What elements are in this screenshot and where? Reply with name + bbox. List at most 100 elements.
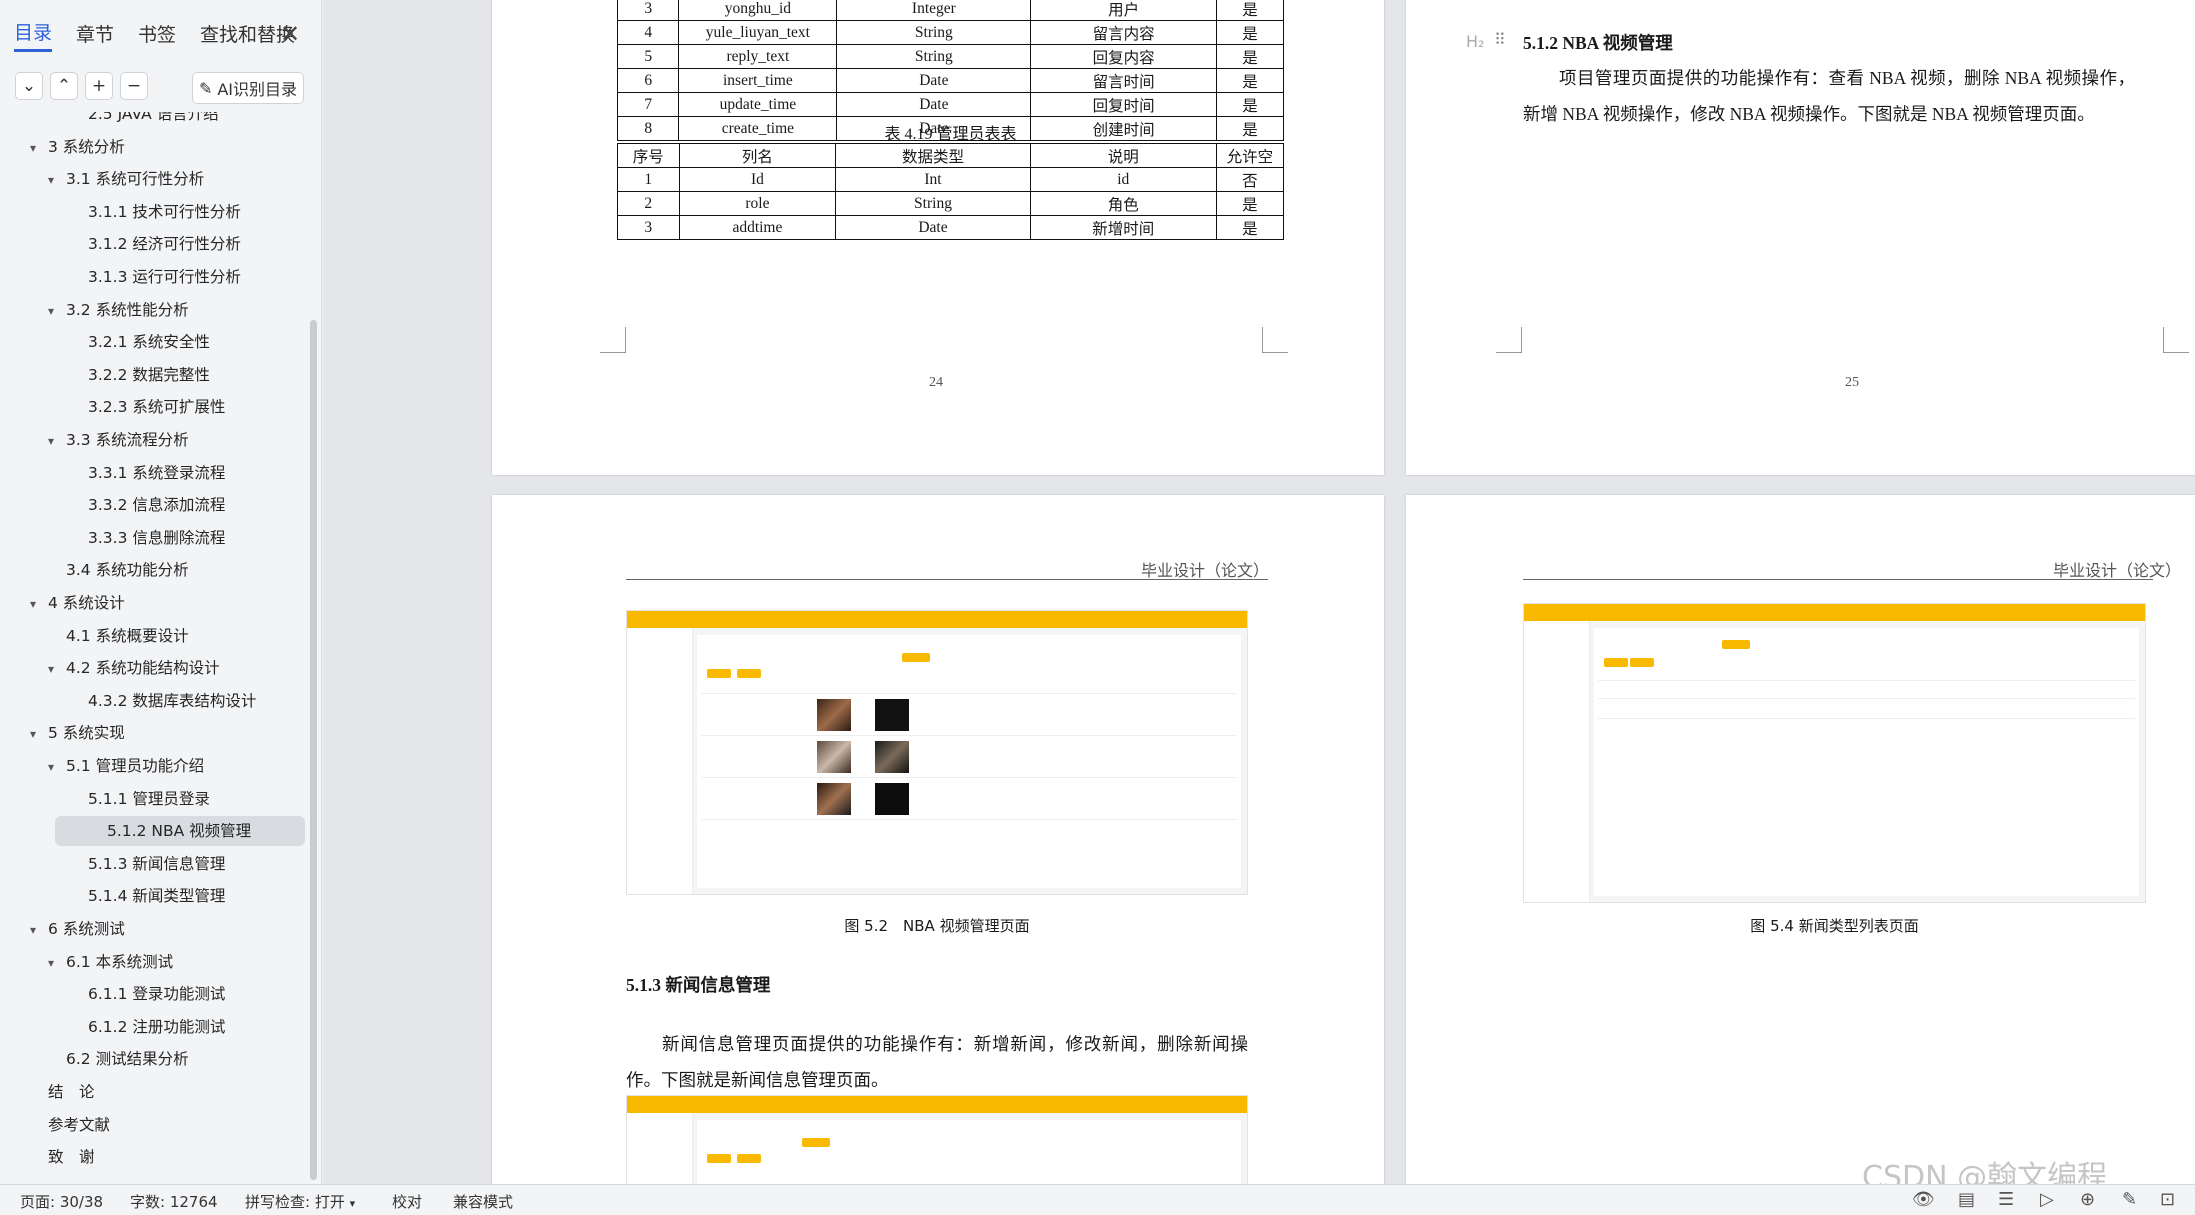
news-type-list-screenshot: [1523, 603, 2146, 903]
toc-item-label: 3.4 系统功能分析: [66, 561, 189, 580]
toc-list: 2.5 JAVA 语言介绍 ▾ 3 系统分析 ▾ 3.1 系统可行性分析 3.1.1 技术…: [0, 112, 312, 1184]
toc-item[interactable]: 6.2 测试结果分析: [48, 1044, 189, 1074]
heading-style-marker[interactable]: H₂: [1466, 32, 1484, 51]
spellcheck-label: 拼写检查: 打开: [245, 1193, 345, 1211]
toc-item[interactable]: ▾ 3 系统分析: [30, 132, 125, 162]
table-cell: Integer: [836, 0, 1032, 21]
toc-item[interactable]: 3.3.2 信息添加流程: [70, 490, 225, 520]
toc-item[interactable]: 3.2.3 系统可扩展性: [70, 392, 225, 422]
toc-item[interactable]: 致 谢: [30, 1142, 95, 1172]
toc-item[interactable]: 3.1.2 经济可行性分析: [70, 229, 241, 259]
table-cell: 回复内容: [1030, 44, 1217, 69]
spellcheck-toggle[interactable]: 拼写检查: 打开 ▾: [245, 1191, 355, 1212]
toc-item[interactable]: 5.1.4 新闻类型管理: [70, 881, 225, 911]
table-header-cell: 说明: [1029, 143, 1217, 168]
tab-bookmarks[interactable]: 书签: [138, 20, 176, 51]
drag-handle-icon[interactable]: ⠿: [1494, 30, 1506, 50]
tab-chapters[interactable]: 章节: [76, 20, 114, 51]
toc-item[interactable]: ▾ 5 系统实现: [30, 718, 125, 748]
chevron-down-icon[interactable]: ▾: [48, 752, 66, 782]
toc-item-label: 4 系统设计: [48, 594, 125, 612]
toc-item[interactable]: 3.3.1 系统登录流程: [70, 458, 225, 488]
table-cell: addtime: [678, 215, 837, 240]
collapse-up-icon[interactable]: ⌃: [50, 72, 78, 100]
page-26: 毕业设计（论文） 图 5.2 NBA 视频管理页面 5.1.3 新闻信息管理 新…: [492, 495, 1384, 1184]
toc-item[interactable]: 3.2.2 数据完整性: [70, 360, 210, 390]
toc-item[interactable]: 2.5 JAVA 语言介绍: [70, 112, 219, 129]
toc-item-label: 3 系统分析: [48, 137, 125, 156]
sidebar-scrollbar[interactable]: [310, 320, 317, 1180]
web-view-icon[interactable]: ⊕: [2080, 1189, 2095, 1210]
add-heading-icon[interactable]: +: [85, 72, 113, 100]
toc-item[interactable]: 3.2.1 系统安全性: [70, 327, 210, 357]
proofread-button[interactable]: 校对: [392, 1191, 422, 1212]
table-cell: 是: [1215, 0, 1285, 21]
table-cell: String: [835, 191, 1031, 216]
toc-item-label: 致 谢: [48, 1148, 95, 1167]
page-number: 25: [1845, 375, 1859, 390]
chevron-down-icon[interactable]: ▾: [48, 654, 66, 684]
toc-item-label: 3.3.1 系统登录流程: [88, 463, 226, 482]
page-27: 毕业设计（论文） 图 5.4 新闻类型列表页面: [1406, 495, 2195, 1184]
remove-heading-icon[interactable]: −: [120, 72, 148, 100]
chevron-down-icon[interactable]: ▾: [30, 719, 48, 749]
toc-item-label: 3.1.3 运行可行性分析: [88, 268, 241, 286]
toc-item-label: 3.2.3 系统可扩展性: [88, 398, 226, 417]
toc-item[interactable]: 6.1.1 登录功能测试: [70, 979, 225, 1009]
toc-item[interactable]: 3.3.3 信息删除流程: [70, 523, 225, 553]
chevron-down-icon[interactable]: ▾: [48, 948, 66, 978]
table-cell: Id: [678, 167, 837, 192]
eye-icon[interactable]: 👁: [1912, 1189, 1935, 1210]
page-25: H₂ ⠿ 5.1.2 NBA 视频管理 项目管理页面提供的功能操作有：查看 NB…: [1406, 0, 2195, 475]
toc-item-label: 3.2.2 数据完整性: [88, 365, 210, 384]
toc-item-label: 4.2 系统功能结构设计: [66, 659, 220, 678]
page-header: 毕业设计（论文）: [1141, 563, 1270, 580]
toc-item[interactable]: ▾ 4 系统设计: [30, 588, 125, 618]
toc-item[interactable]: 5.1.1 管理员登录: [70, 784, 210, 814]
play-icon[interactable]: ▷: [2040, 1189, 2054, 1210]
toc-item[interactable]: 6.1.2 注册功能测试: [70, 1012, 225, 1042]
table-cell: insert_time: [678, 68, 838, 93]
toc-item-label: 2.5 JAVA 语言介绍: [88, 112, 219, 123]
toc-item[interactable]: ▾ 6.1 本系统测试: [48, 947, 173, 977]
zoom-icon[interactable]: ⊡: [2160, 1189, 2175, 1210]
close-icon[interactable]: ✕: [280, 20, 300, 48]
chevron-down-icon[interactable]: ▾: [30, 915, 48, 945]
chevron-down-icon[interactable]: ▾: [48, 165, 66, 195]
table-cell: 是: [1215, 20, 1285, 45]
toc-item[interactable]: 结 论: [30, 1077, 95, 1107]
toc-item[interactable]: ▾ 3.3 系统流程分析: [48, 425, 189, 455]
table-cell: 回复时间: [1030, 92, 1217, 117]
toc-item[interactable]: 3.4 系统功能分析: [48, 555, 189, 585]
toc-item[interactable]: 5.1.3 新闻信息管理: [70, 849, 225, 879]
chevron-down-icon[interactable]: ▾: [48, 296, 66, 326]
page-view-icon[interactable]: ▤: [1958, 1189, 1975, 1210]
expand-down-icon[interactable]: ⌄: [15, 72, 43, 100]
toc-item[interactable]: ▾ 4.2 系统功能结构设计: [48, 653, 220, 683]
outline-view-icon[interactable]: ☰: [1998, 1189, 2014, 1210]
toc-item[interactable]: ▾ 3.2 系统性能分析: [48, 295, 189, 325]
table-cell: 新增时间: [1029, 215, 1217, 240]
pen-icon[interactable]: ✎: [2122, 1189, 2137, 1210]
chevron-down-icon[interactable]: ▾: [30, 589, 48, 619]
toc-item[interactable]: 3.1.3 运行可行性分析: [70, 262, 241, 292]
table-cell: 留言时间: [1030, 68, 1217, 93]
chevron-down-icon[interactable]: ▾: [30, 133, 48, 163]
nba-video-management-screenshot: [626, 610, 1248, 895]
toc-item[interactable]: ▾ 5.1 管理员功能介绍: [48, 751, 204, 781]
toc-item[interactable]: 4.3.2 数据库表结构设计: [70, 686, 256, 716]
word-count[interactable]: 字数: 12764: [130, 1191, 218, 1212]
toc-item-label: 3.3.3 信息删除流程: [88, 528, 226, 547]
toc-item[interactable]: 参考文献: [30, 1110, 110, 1140]
toc-item[interactable]: 4.1 系统概要设计: [48, 621, 189, 651]
toc-item[interactable]: 3.1.1 技术可行性分析: [70, 197, 241, 227]
page-counter[interactable]: 页面: 30/38: [20, 1191, 103, 1212]
table-cell: String: [836, 44, 1032, 69]
toc-item[interactable]: 5.1.2 NBA 视频管理: [55, 816, 305, 847]
toc-item[interactable]: ▾ 3.1 系统可行性分析: [48, 164, 204, 194]
toc-item[interactable]: ▾ 6 系统测试: [30, 914, 125, 944]
table-row: 6 insert_time Date 留言时间是: [616, 68, 1285, 93]
tab-toc[interactable]: 目录: [14, 18, 53, 52]
ai-toc-button[interactable]: ✎ AI识别目录: [192, 72, 304, 104]
chevron-down-icon[interactable]: ▾: [48, 426, 66, 456]
